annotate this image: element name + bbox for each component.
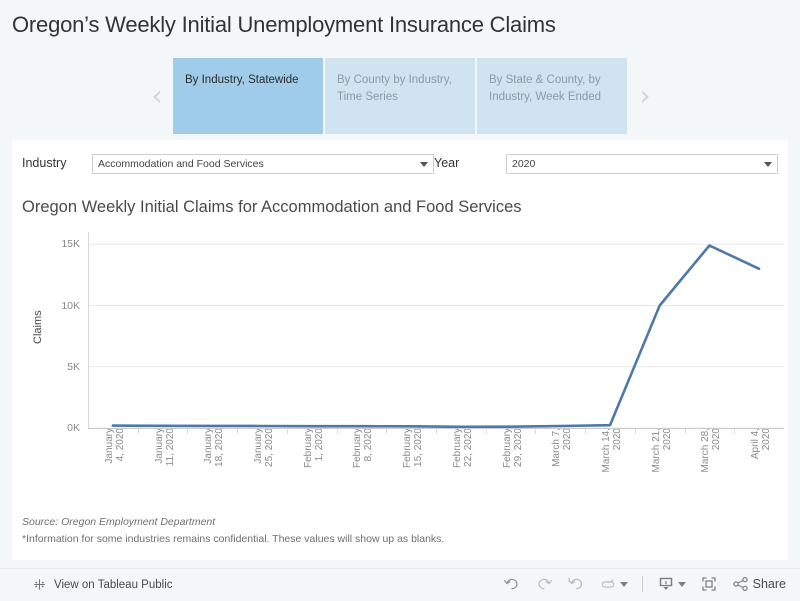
source-note: Source: Oregon Employment Department <box>22 516 216 528</box>
story-tab-label-line2: Statewide <box>248 74 299 86</box>
redo-button[interactable] <box>535 575 553 593</box>
story-tab-label-line1: By Industry, <box>185 74 245 86</box>
toolbar-actions: Share <box>503 575 786 593</box>
chevron-down-icon <box>764 162 772 167</box>
year-filter-select[interactable]: 2020 <box>506 154 778 174</box>
view-on-tableau-public-label: View on Tableau Public <box>54 578 173 591</box>
story-next-arrow-icon[interactable]: › <box>634 82 656 112</box>
refresh-button[interactable] <box>599 575 628 593</box>
chevron-down-icon <box>677 581 686 587</box>
story-tab-by-state-and-county[interactable]: By State & County, by Industry, Week End… <box>477 58 627 134</box>
chart-series-line <box>111 244 761 428</box>
filter-row: Industry Accommodation and Food Services… <box>12 152 788 180</box>
tableau-logo-icon <box>34 579 45 590</box>
x-axis-tick-label: February 22, 2020 <box>451 428 474 469</box>
y-axis-tick-label: 15K <box>61 238 80 251</box>
y-axis-tick-label: 5K <box>67 360 80 373</box>
x-axis-tick-label: January 4, 2020 <box>103 428 126 464</box>
x-axis-baseline <box>88 428 784 429</box>
year-filter-value: 2020 <box>512 158 536 170</box>
story-tab-label-line2: Time Series <box>337 91 398 103</box>
industry-filter-label: Industry <box>22 156 67 170</box>
fullscreen-icon <box>701 577 716 591</box>
x-axis-tick-label: March 14, 2020 <box>601 428 623 473</box>
undo-icon <box>503 578 518 590</box>
x-axis-tick-label: March 28, 2020 <box>700 428 723 473</box>
download-icon <box>659 577 672 590</box>
x-axis-tick-label: February 8, 2020 <box>352 428 375 469</box>
redo-icon <box>538 578 552 590</box>
confidentiality-note: *Information for some industries remains… <box>22 533 445 545</box>
revert-icon <box>568 578 582 590</box>
share-icon <box>732 576 748 592</box>
view-on-tableau-public-link[interactable]: View on Tableau Public <box>32 577 173 592</box>
x-axis-tick-label: January 18, 2020 <box>203 428 226 467</box>
story-tab-label-line2: Industry, Week Ended <box>489 91 602 103</box>
x-axis-tick-label: April 4, 2020 <box>750 428 773 460</box>
bottom-toolbar: View on Tableau Public Share <box>0 568 800 601</box>
chart-title: Oregon Weekly Initial Claims for Accommo… <box>22 198 522 216</box>
story-prev-arrow-icon[interactable]: ‹ <box>146 82 168 112</box>
fullscreen-button[interactable] <box>700 575 718 593</box>
year-filter-label: Year <box>434 156 460 170</box>
chevron-down-icon <box>420 162 428 167</box>
industry-filter-value: Accommodation and Food Services <box>98 158 264 170</box>
x-axis-tick-label: January 25, 2020 <box>253 428 275 467</box>
chart-plot-area <box>88 232 784 428</box>
y-axis-tick-labels: 0K 5K 10K 15K <box>50 232 80 433</box>
x-axis-tick-label: January 11, 2020 <box>153 428 176 467</box>
chevron-down-icon <box>619 581 628 587</box>
y-axis-tick-label: 10K <box>61 299 80 312</box>
y-axis-title: Claims <box>32 310 44 344</box>
dashboard-card: Industry Accommodation and Food Services… <box>12 140 788 560</box>
x-axis-tick-label: March 7, 2020 <box>551 428 574 467</box>
share-label: Share <box>752 577 786 591</box>
story-tab-by-county-by-industry[interactable]: By County by Industry, Time Series <box>325 58 475 134</box>
revert-button[interactable] <box>567 575 585 593</box>
undo-button[interactable] <box>503 575 521 593</box>
x-axis-tick-label: February 1, 2020 <box>302 428 325 469</box>
story-tab-by-industry-statewide[interactable]: By Industry, Statewide <box>173 58 323 134</box>
x-axis-tick-label: February 29, 2020 <box>501 428 524 469</box>
story-tab-label-line1: By State & County, by <box>489 74 601 86</box>
page-title: Oregon’s Weekly Initial Unemployment Ins… <box>12 12 556 37</box>
story-tab-list: By Industry, Statewide By County by Indu… <box>173 58 627 134</box>
x-axis-tick-labels: January 4, 2020 January 11, 2020 January 18, … <box>88 428 784 510</box>
refresh-icon <box>601 579 615 588</box>
x-axis-tick-label: February 15, 2020 <box>402 428 425 469</box>
x-axis-tick-label: March 21, 2020 <box>650 428 673 473</box>
line-chart: Claims 0K 5K 10K 15K January 4, 2020 January 1… <box>12 232 788 510</box>
toolbar-divider <box>641 576 643 592</box>
share-button[interactable]: Share <box>732 575 786 593</box>
y-axis-tick-label: 0K <box>67 422 80 434</box>
story-navigation: ‹ › By Industry, Statewide By County by … <box>0 58 800 134</box>
download-button[interactable] <box>657 575 686 593</box>
chart-svg <box>88 232 784 428</box>
story-tab-label-line1: By County by Industry, <box>337 74 452 86</box>
industry-filter-select[interactable]: Accommodation and Food Services <box>92 154 434 174</box>
